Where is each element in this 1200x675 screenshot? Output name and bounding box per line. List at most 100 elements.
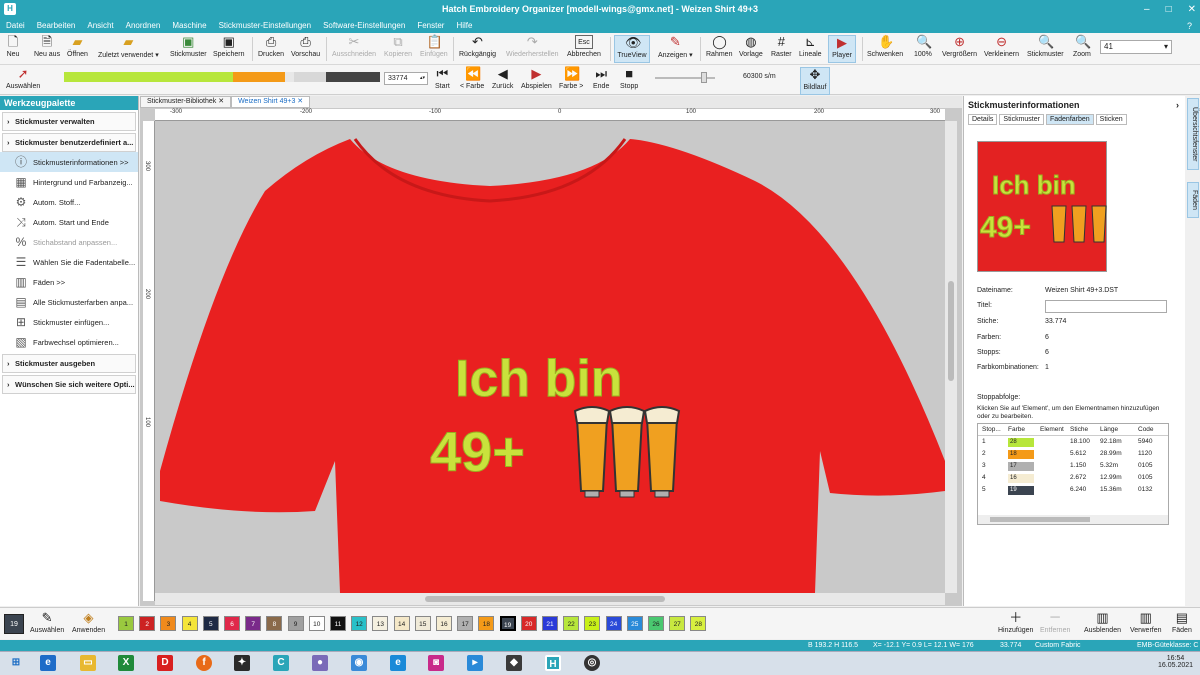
palette-color-swatch[interactable]: 1: [118, 616, 134, 631]
print-button[interactable]: ⎙ Drucken: [258, 35, 284, 63]
tab-details[interactable]: Details: [968, 114, 998, 125]
discard-colors-button[interactable]: ▥ Verwerfen: [1130, 611, 1162, 639]
menu-anordnen[interactable]: Anordnen: [126, 21, 161, 30]
zoom-app-icon[interactable]: ▸: [467, 655, 483, 671]
rulers-button[interactable]: ⊾ Lineale: [799, 35, 822, 63]
undo-button[interactable]: ↶ Rückgängig: [459, 35, 496, 63]
tool-auto-fabric[interactable]: ⚙ Autom. Stoff...: [0, 192, 138, 212]
threads-button[interactable]: ▤ Fäden: [1172, 611, 1192, 639]
prev-color-button[interactable]: ⏪ < Farbe: [460, 67, 484, 95]
remove-color-button[interactable]: － Entfernen: [1040, 611, 1070, 639]
zoom-out-button[interactable]: ⊖ Verkleinern: [984, 35, 1019, 63]
palette-color-swatch[interactable]: 5: [202, 616, 219, 631]
overview-window-tab[interactable]: Übersichtsfenster: [1187, 98, 1199, 170]
tab-design[interactable]: Weizen Shirt 49+3 ✕: [231, 96, 311, 108]
save-button[interactable]: ▣ Speichern: [213, 35, 245, 63]
palette-color-swatch[interactable]: 17: [457, 616, 474, 631]
palette-color-swatch[interactable]: 10: [308, 616, 325, 631]
show-button[interactable]: ✎ Anzeigen ▾: [658, 35, 693, 63]
help-icon[interactable]: ?: [1187, 21, 1192, 31]
section-output-design[interactable]: Stickmuster ausgeben: [2, 354, 136, 373]
hoop-button[interactable]: ◯ Rahmen: [706, 35, 732, 63]
tool-design-information[interactable]: ⓘ Stickmusterinformationen >>: [0, 152, 138, 172]
speed-slider-thumb[interactable]: [701, 72, 707, 83]
tab-library[interactable]: Stickmuster-Bibliothek ✕: [140, 96, 232, 108]
menu-maschine[interactable]: Maschine: [172, 21, 206, 30]
palette-color-swatch[interactable]: 25: [626, 616, 643, 631]
current-color-swatch[interactable]: 19: [4, 614, 24, 634]
start-button[interactable]: ⏮ Start: [435, 67, 450, 95]
palette-color-swatch[interactable]: 18: [478, 616, 495, 631]
scroll-button[interactable]: ✥ Bildlauf: [800, 67, 830, 95]
menu-hilfe[interactable]: Hilfe: [456, 21, 472, 30]
copy-button[interactable]: ⧉ Kopieren: [384, 35, 412, 63]
tool-background[interactable]: ▦ Hintergrund und Farbanzeig...: [0, 172, 138, 192]
back-button[interactable]: ◀ Zurück: [492, 67, 513, 95]
grid-button[interactable]: # Raster: [771, 35, 792, 63]
minimize-icon[interactable]: –: [1144, 4, 1150, 15]
palette-color-swatch[interactable]: 19: [499, 616, 516, 631]
preview-button[interactable]: ⎙ Vorschau: [291, 35, 320, 63]
palette-color-swatch[interactable]: 4: [181, 616, 198, 631]
stitch-progress-bar[interactable]: [64, 72, 380, 82]
vertical-scrollbar[interactable]: [945, 121, 957, 593]
play-button[interactable]: ▶ Abspielen: [521, 67, 552, 95]
design-canvas[interactable]: Ich bin 49+: [155, 121, 945, 593]
tab-stickmuster[interactable]: Stickmuster: [999, 114, 1044, 125]
menu-fenster[interactable]: Fenster: [417, 21, 444, 30]
panel-expand-icon[interactable]: ›: [1176, 96, 1179, 114]
excel-icon[interactable]: X: [118, 655, 134, 671]
close-tab-icon[interactable]: ✕: [297, 98, 303, 105]
select-tool-button[interactable]: ➚ Auswählen: [6, 67, 40, 95]
close-tab-icon[interactable]: ✕: [218, 98, 224, 105]
tool-auto-start-end[interactable]: ⤨ Autom. Start und Ende: [0, 212, 138, 232]
app-icon[interactable]: ◉: [351, 655, 367, 671]
scroll-thumb[interactable]: [425, 596, 665, 602]
pan-button[interactable]: ✋ Schwenken: [867, 35, 903, 63]
palette-color-swatch[interactable]: 20: [520, 616, 537, 631]
ie-icon[interactable]: e: [40, 655, 56, 671]
maximize-icon[interactable]: □: [1166, 4, 1172, 15]
horizontal-scrollbar[interactable]: [155, 593, 945, 605]
open-button[interactable]: ▰ Öffnen: [67, 35, 88, 63]
palette-color-swatch[interactable]: 6: [224, 616, 240, 631]
tool-thread-chart[interactable]: ☰ Wählen Sie die Fadentabelle...: [0, 252, 138, 272]
stickmuster-button[interactable]: ▣ Stickmuster: [170, 35, 207, 63]
obs-icon[interactable]: ◎: [584, 655, 600, 671]
palette-color-swatch[interactable]: 12: [351, 616, 368, 631]
menu-ansicht[interactable]: Ansicht: [87, 21, 113, 30]
palette-color-swatch[interactable]: 22: [563, 616, 580, 631]
hatch-icon[interactable]: H: [545, 655, 561, 671]
zoom-button[interactable]: 🔍 Zoom: [1073, 35, 1091, 63]
tool-adjust-all-colors[interactable]: ▤ Alle Stickmusterfarben anpa...: [0, 292, 138, 312]
recent-button[interactable]: ▰ Zuletzt verwendet ▾: [98, 35, 159, 63]
palette-color-swatch[interactable]: 14: [393, 616, 410, 631]
zoom-design-button[interactable]: 🔍 Stickmuster: [1027, 35, 1064, 63]
tab-thread-colors[interactable]: Fadenfarben: [1045, 114, 1094, 125]
palette-color-swatch[interactable]: 8: [266, 616, 283, 631]
palette-color-swatch[interactable]: 21: [542, 616, 558, 631]
section-customize-designs[interactable]: Stickmuster benutzerdefiniert a...: [2, 133, 136, 152]
tool-insert-design[interactable]: ⊞ Stickmuster einfügen...: [0, 312, 138, 332]
apply-color-button[interactable]: ◈ Anwenden: [72, 611, 105, 639]
table-row[interactable]: 5 19 6.240 15.36m 0132: [978, 484, 1168, 496]
menu-software-einstellungen[interactable]: Software-Einstellungen: [323, 21, 405, 30]
paste-button[interactable]: 📋 Einfügen: [420, 35, 448, 63]
scroll-thumb[interactable]: [948, 281, 954, 381]
tab-sticken[interactable]: Sticken: [1095, 114, 1127, 125]
cancel-button[interactable]: Esc Abbrechen: [567, 35, 601, 63]
title-input[interactable]: [1045, 300, 1167, 313]
palette-color-swatch[interactable]: 16: [436, 616, 452, 631]
media-app-icon[interactable]: D: [157, 655, 173, 671]
windows-start-icon[interactable]: ⊞: [8, 655, 24, 671]
hide-colors-button[interactable]: ▥ Ausblenden: [1084, 611, 1121, 639]
palette-color-swatch[interactable]: 7: [245, 616, 262, 631]
section-more-options[interactable]: Wünschen Sie sich weitere Opti...: [2, 375, 136, 394]
pick-color-button[interactable]: ✎ Auswählen: [30, 611, 64, 639]
section-manage-designs[interactable]: Stickmuster verwalten: [2, 112, 136, 131]
app-c-icon[interactable]: C: [273, 655, 289, 671]
file-explorer-icon[interactable]: ▭: [80, 655, 96, 671]
palette-color-swatch[interactable]: 2: [139, 616, 156, 631]
add-color-button[interactable]: ＋ Hinzufügen: [998, 611, 1033, 639]
scroll-thumb[interactable]: [990, 517, 1090, 522]
